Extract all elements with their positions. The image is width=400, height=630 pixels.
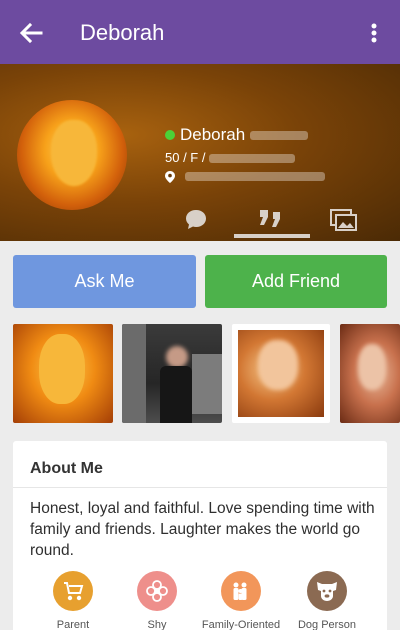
blurred-face (258, 340, 298, 390)
profile-tabs (160, 202, 400, 241)
trait-family-oriented[interactable]: Family-Oriented (193, 571, 289, 630)
redacted-details (209, 154, 296, 164)
photo-thumbnail[interactable] (232, 324, 330, 423)
blurred-face (358, 344, 386, 390)
trait-label: Shy (147, 619, 167, 630)
app-bar: Deborah (0, 0, 400, 64)
trait-label: Family-Oriented (201, 619, 281, 630)
online-status-dot (165, 130, 175, 140)
age-gender-text: 50 / F / (165, 150, 206, 165)
tab-chat[interactable] (166, 202, 226, 238)
chair (192, 354, 222, 414)
add-friend-button[interactable]: Add Friend (205, 255, 387, 308)
trait-parent[interactable]: Parent (25, 571, 121, 630)
trait-label: Parent (56, 619, 90, 630)
about-card: About Me Honest, loyal and faithful. Lov… (13, 441, 387, 630)
divider (13, 487, 387, 488)
more-options-icon[interactable] (362, 16, 386, 50)
profile-demographics: 50 / F / (165, 150, 296, 166)
person-body (160, 366, 192, 423)
quote-icon (260, 210, 280, 227)
tab-quotes[interactable] (234, 202, 310, 238)
trait-shy[interactable]: Shy (109, 571, 205, 630)
profile-name-text: Deborah (180, 125, 246, 144)
blurred-face (39, 334, 85, 404)
photo-image (238, 330, 324, 417)
traits-row: Parent Shy Family-Oriented Dog Person (13, 571, 387, 630)
about-bio: Honest, loyal and faithful. Love spendin… (30, 500, 375, 559)
trait-label: Dog Person (297, 619, 357, 630)
about-title: About Me (30, 460, 103, 477)
ask-me-button[interactable]: Ask Me (13, 255, 196, 308)
photo-thumbnail[interactable] (340, 324, 400, 423)
photo-strip (0, 320, 400, 430)
flower-icon (137, 571, 177, 611)
redacted-surname (249, 131, 308, 141)
stroller-icon (53, 571, 93, 611)
dog-icon (307, 571, 347, 611)
profile-header: Deborah 50 / F / (0, 64, 400, 241)
chat-bubble-icon (186, 210, 206, 229)
doorframe (122, 324, 146, 423)
trait-dog-person[interactable]: Dog Person (279, 571, 375, 630)
profile-name: Deborah (180, 125, 308, 145)
tab-photos[interactable] (314, 202, 374, 238)
avatar[interactable] (17, 100, 127, 210)
page-title: Deborah (80, 20, 165, 45)
photo-gallery-icon (330, 209, 357, 231)
photo-thumbnail[interactable] (13, 324, 113, 423)
redacted-location (184, 172, 325, 182)
back-arrow-icon[interactable] (14, 16, 48, 50)
blurred-face (166, 346, 188, 368)
family-icon (221, 571, 261, 611)
profile-location (165, 168, 325, 184)
location-pin-icon (165, 170, 175, 183)
blurred-face (51, 120, 97, 186)
photo-thumbnail[interactable] (122, 324, 222, 423)
